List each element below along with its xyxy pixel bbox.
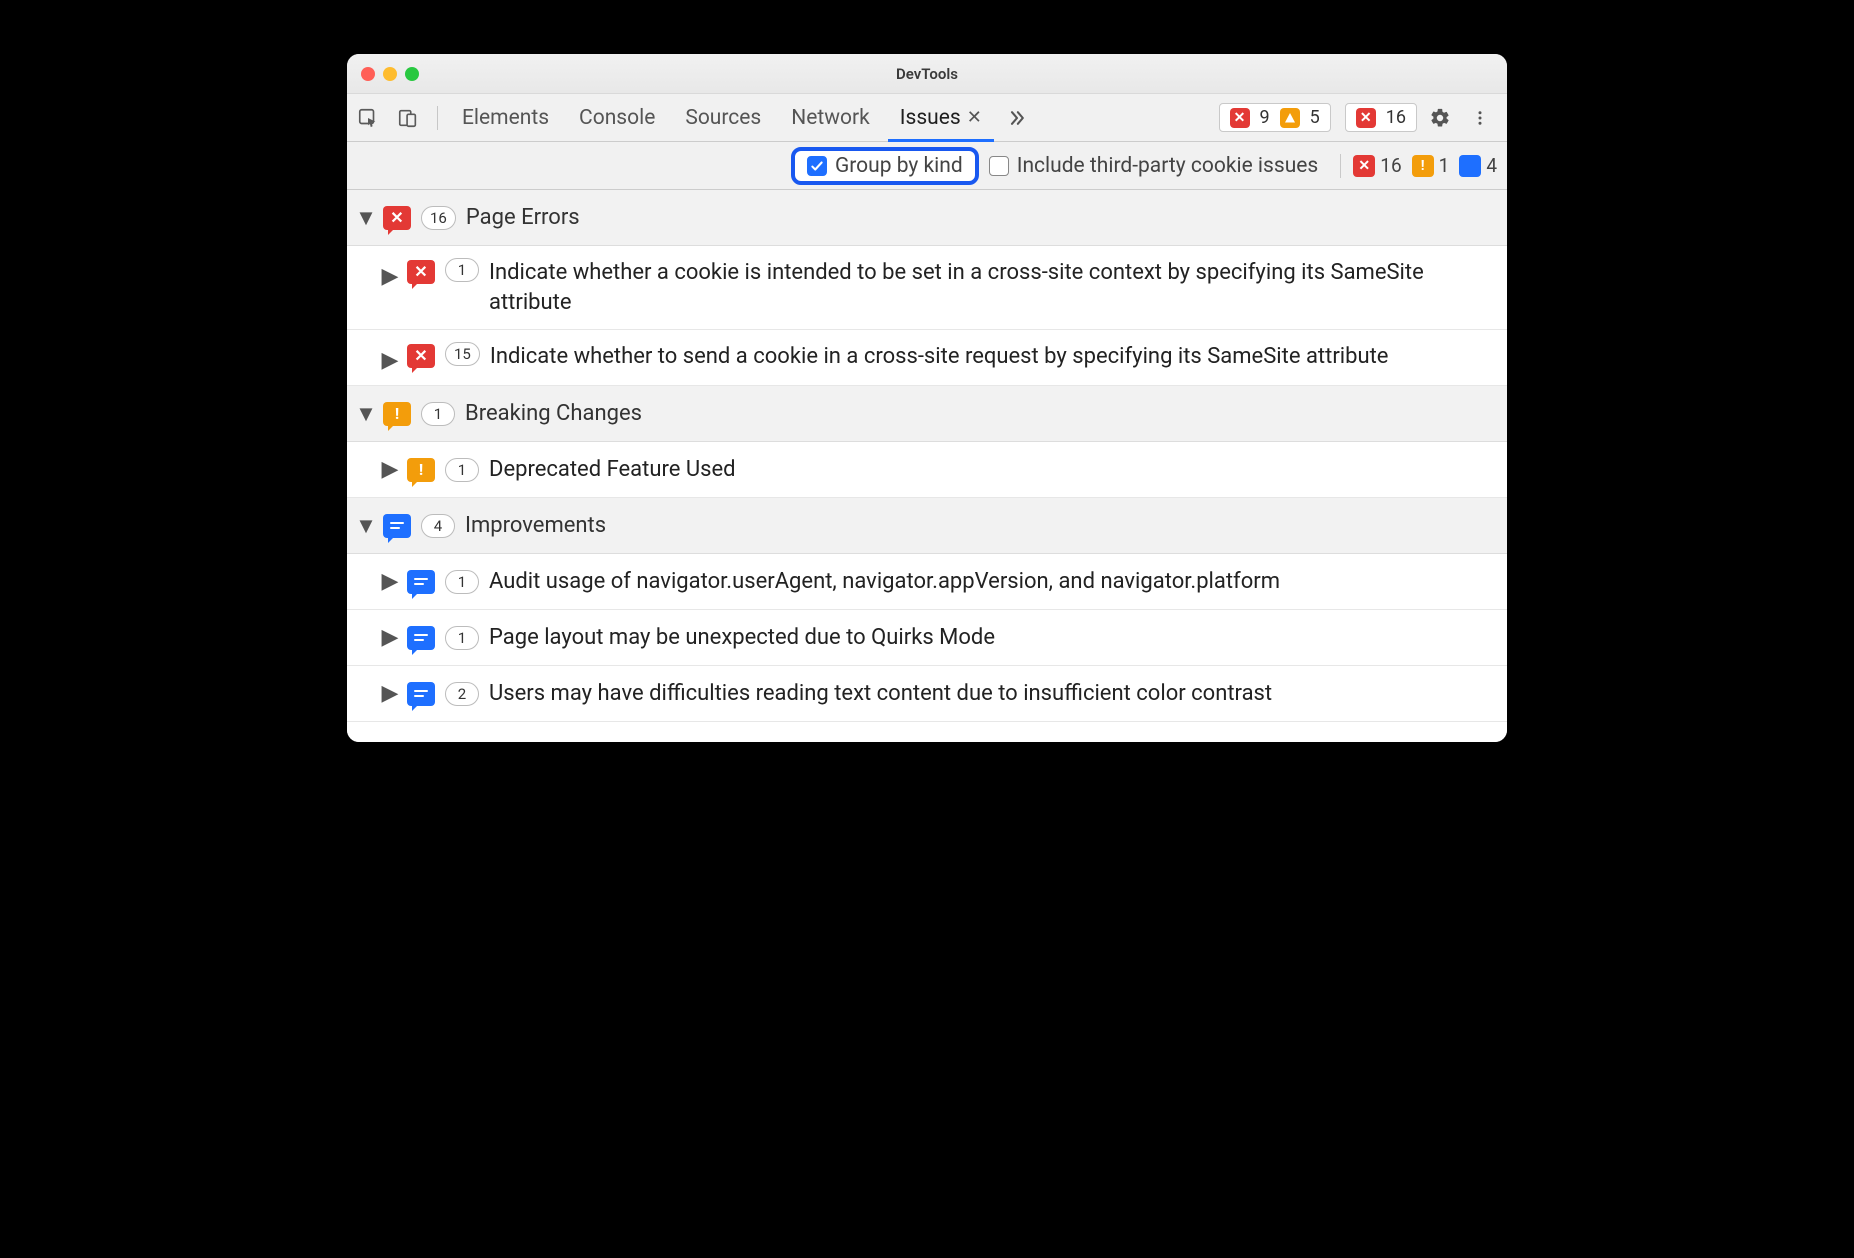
error-speech-icon: ✕ bbox=[407, 344, 435, 368]
disclosure-triangle-icon: ▶ bbox=[383, 569, 397, 594]
window-traffic-lights bbox=[361, 67, 419, 81]
error-icon: ✕ bbox=[1230, 108, 1250, 128]
tab-console[interactable]: Console bbox=[567, 94, 667, 141]
tab-label: Console bbox=[579, 106, 655, 130]
tab-sources[interactable]: Sources bbox=[673, 94, 773, 141]
warning-icon bbox=[1280, 108, 1300, 128]
issue-title: Page layout may be unexpected due to Qui… bbox=[489, 623, 1495, 653]
toggle-device-toolbar-button[interactable] bbox=[391, 102, 425, 134]
issue-row[interactable]: ▶ ✕ 15 Indicate whether to send a cookie… bbox=[347, 330, 1507, 386]
separator bbox=[1340, 154, 1341, 178]
disclosure-triangle-icon: ▼ bbox=[359, 401, 373, 427]
issue-row[interactable]: ▶ 2 Users may have difficulties reading … bbox=[347, 666, 1507, 722]
error-icon: ✕ bbox=[1356, 108, 1376, 128]
warning-speech-icon: ! bbox=[407, 458, 435, 482]
issue-title: Audit usage of navigator.userAgent, navi… bbox=[489, 567, 1495, 597]
tab-label: Issues bbox=[900, 106, 961, 130]
tab-elements[interactable]: Elements bbox=[450, 94, 561, 141]
issue-kind-counts: ✕ 16 ! 1 4 bbox=[1353, 154, 1503, 177]
disclosure-triangle-icon: ▼ bbox=[359, 513, 373, 539]
issue-title: Indicate whether to send a cookie in a c… bbox=[490, 342, 1495, 372]
settings-button[interactable] bbox=[1423, 107, 1457, 129]
window-minimize-button[interactable] bbox=[383, 67, 397, 81]
issues-toolbar: Group by kind Include third-party cookie… bbox=[347, 142, 1507, 190]
disclosure-triangle-icon: ▶ bbox=[383, 348, 397, 373]
issue-count: 1 bbox=[445, 570, 479, 594]
group-count: 4 bbox=[421, 514, 455, 538]
more-options-button[interactable] bbox=[1463, 107, 1497, 129]
issues-list: ▼ ✕ 16 Page Errors ▶ ✕ 1 Indicate whethe… bbox=[347, 190, 1507, 742]
issue-count: 15 bbox=[445, 342, 480, 366]
warnings-stat[interactable]: ! 1 bbox=[1412, 154, 1450, 177]
group-by-kind-checkbox[interactable]: Group by kind bbox=[791, 147, 979, 185]
error-speech-icon: ✕ bbox=[407, 260, 435, 284]
devtools-tabbar: Elements Console Sources Network Issues … bbox=[347, 94, 1507, 142]
window-zoom-button[interactable] bbox=[405, 67, 419, 81]
tab-network[interactable]: Network bbox=[779, 94, 882, 141]
info-speech-icon bbox=[407, 570, 435, 594]
issue-title: Users may have difficulties reading text… bbox=[489, 679, 1495, 709]
inspect-element-button[interactable] bbox=[351, 102, 385, 134]
disclosure-triangle-icon: ▶ bbox=[383, 625, 397, 650]
info-speech-icon bbox=[407, 682, 435, 706]
info-stat[interactable]: 4 bbox=[1459, 154, 1497, 177]
window-titlebar: DevTools bbox=[347, 54, 1507, 94]
group-improvements[interactable]: ▼ 4 Improvements bbox=[347, 498, 1507, 554]
issue-count: 1 bbox=[445, 258, 479, 282]
separator bbox=[437, 106, 438, 130]
info-speech-icon bbox=[407, 626, 435, 650]
group-count: 16 bbox=[421, 206, 456, 230]
tab-label: Network bbox=[791, 106, 870, 130]
error-icon: ✕ bbox=[1353, 155, 1375, 177]
issue-title: Deprecated Feature Used bbox=[489, 455, 1495, 485]
include-thirdparty-checkbox[interactable]: Include third-party cookie issues bbox=[979, 150, 1329, 182]
stat-value: 16 bbox=[1380, 154, 1401, 177]
disclosure-triangle-icon: ▶ bbox=[383, 457, 397, 482]
warning-icon: ! bbox=[1412, 155, 1434, 177]
group-count: 1 bbox=[421, 402, 455, 426]
stat-value: 4 bbox=[1486, 154, 1497, 177]
issue-row[interactable]: ▶ ✕ 1 Indicate whether a cookie is inten… bbox=[347, 246, 1507, 330]
issue-row[interactable]: ▶ 1 Audit usage of navigator.userAgent, … bbox=[347, 554, 1507, 610]
group-label: Page Errors bbox=[466, 205, 580, 230]
warning-speech-icon: ! bbox=[383, 402, 411, 426]
checkbox-label: Include third-party cookie issues bbox=[1017, 154, 1319, 178]
group-label: Improvements bbox=[465, 513, 606, 538]
error-speech-icon: ✕ bbox=[383, 206, 411, 230]
checkbox-icon bbox=[989, 156, 1009, 176]
issue-count: 16 bbox=[1386, 107, 1406, 128]
group-page-errors[interactable]: ▼ ✕ 16 Page Errors bbox=[347, 190, 1507, 246]
issue-count: 1 bbox=[445, 626, 479, 650]
issue-row[interactable]: ▶ ! 1 Deprecated Feature Used bbox=[347, 442, 1507, 498]
issue-title: Indicate whether a cookie is intended to… bbox=[489, 258, 1495, 317]
info-speech-icon bbox=[383, 514, 411, 538]
tab-label: Sources bbox=[685, 106, 761, 130]
disclosure-triangle-icon: ▼ bbox=[359, 205, 373, 231]
tab-label: Elements bbox=[462, 106, 549, 130]
group-label: Breaking Changes bbox=[465, 401, 642, 426]
checkbox-icon bbox=[807, 156, 827, 176]
issues-status-pill[interactable]: ✕ 16 bbox=[1345, 103, 1417, 132]
checkbox-label: Group by kind bbox=[835, 154, 963, 178]
devtools-window: DevTools Elements Console Sources Networ… bbox=[347, 54, 1507, 742]
errors-stat[interactable]: ✕ 16 bbox=[1353, 154, 1401, 177]
stat-value: 1 bbox=[1439, 154, 1450, 177]
info-icon bbox=[1459, 155, 1481, 177]
disclosure-triangle-icon: ▶ bbox=[383, 264, 397, 289]
issue-count: 1 bbox=[445, 458, 479, 482]
tab-issues[interactable]: Issues ✕ bbox=[888, 94, 994, 141]
window-title: DevTools bbox=[896, 65, 958, 83]
bottom-spacer bbox=[347, 722, 1507, 742]
close-tab-icon[interactable]: ✕ bbox=[967, 107, 982, 128]
issue-count: 2 bbox=[445, 682, 479, 706]
group-breaking-changes[interactable]: ▼ ! 1 Breaking Changes bbox=[347, 386, 1507, 442]
window-close-button[interactable] bbox=[361, 67, 375, 81]
disclosure-triangle-icon: ▶ bbox=[383, 681, 397, 706]
more-tabs-button[interactable] bbox=[1000, 102, 1034, 134]
console-status-pill[interactable]: ✕ 9 5 bbox=[1219, 103, 1331, 132]
error-count: 9 bbox=[1260, 107, 1270, 128]
warning-count: 5 bbox=[1310, 107, 1320, 128]
issue-row[interactable]: ▶ 1 Page layout may be unexpected due to… bbox=[347, 610, 1507, 666]
